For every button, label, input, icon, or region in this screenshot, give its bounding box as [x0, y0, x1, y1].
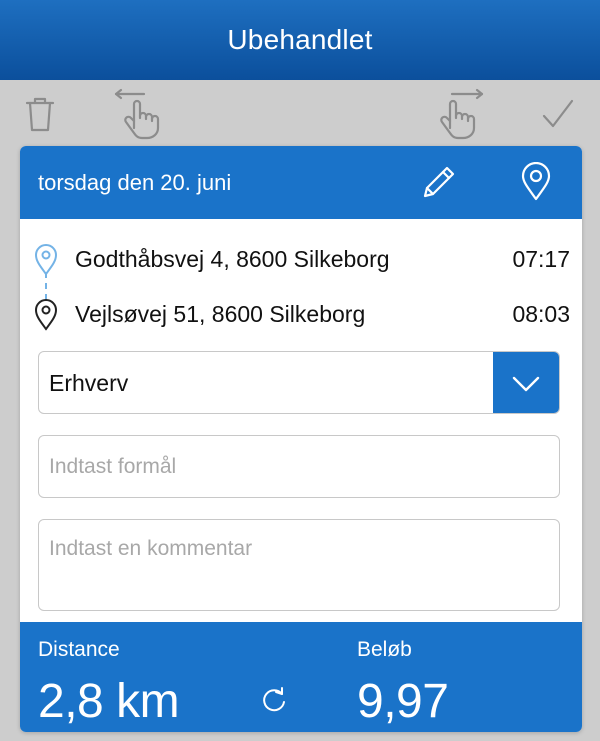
approve-button[interactable] [532, 88, 584, 140]
location-pin-icon [521, 162, 551, 201]
chevron-down-icon [512, 376, 540, 391]
purpose-placeholder: Indtast formål [49, 455, 177, 478]
comment-textarea[interactable]: Indtast en kommentar [38, 519, 560, 611]
category-dropdown-button[interactable] [493, 352, 559, 413]
trip-summary: Distance 2,8 km Beløb 9,97 [20, 622, 582, 732]
checkmark-icon [542, 99, 574, 128]
distance-value: 2,8 km [38, 675, 180, 728]
swipe-left-button[interactable] [112, 88, 164, 140]
purpose-input[interactable]: Indtast formål [38, 435, 560, 498]
page-title: Ubehandlet [227, 24, 373, 55]
start-address-row: Godthåbsvej 4, 8600 Silkeborg 07:17 [34, 242, 570, 278]
end-address-row: Vejlsøvej 51, 8600 Silkeborg 08:03 [34, 297, 570, 333]
toolbar [0, 80, 600, 146]
edit-button[interactable] [417, 160, 461, 204]
route-connector [45, 272, 47, 300]
recalculate-button[interactable] [256, 682, 292, 718]
navigation-bar: Ubehandlet [0, 0, 600, 80]
amount-value: 9,97 [357, 675, 449, 728]
map-button[interactable] [514, 160, 558, 204]
start-time: 07:17 [512, 246, 570, 272]
pencil-icon [423, 166, 455, 198]
distance-label: Distance [38, 638, 120, 661]
swipe-left-hand-icon [114, 88, 160, 140]
end-address: Vejlsøvej 51, 8600 Silkeborg [75, 301, 366, 327]
trip-card: torsdag den 20. juni Godthåbsvej 4, 8600… [20, 146, 582, 732]
card-header: torsdag den 20. juni [20, 146, 582, 219]
comment-placeholder: Indtast en kommentar [49, 537, 253, 560]
trash-icon [25, 97, 55, 132]
end-time: 08:03 [512, 301, 570, 327]
swipe-right-hand-icon [440, 88, 484, 140]
start-address: Godthåbsvej 4, 8600 Silkeborg [75, 246, 390, 272]
swipe-right-button[interactable] [436, 88, 488, 140]
category-select[interactable]: Erhverv [38, 351, 560, 414]
trip-date: torsdag den 20. juni [38, 170, 232, 195]
end-location-icon [34, 299, 58, 331]
amount-label: Beløb [357, 638, 412, 661]
refresh-icon [263, 687, 285, 712]
category-value: Erhverv [49, 370, 129, 396]
delete-button[interactable] [14, 88, 66, 140]
